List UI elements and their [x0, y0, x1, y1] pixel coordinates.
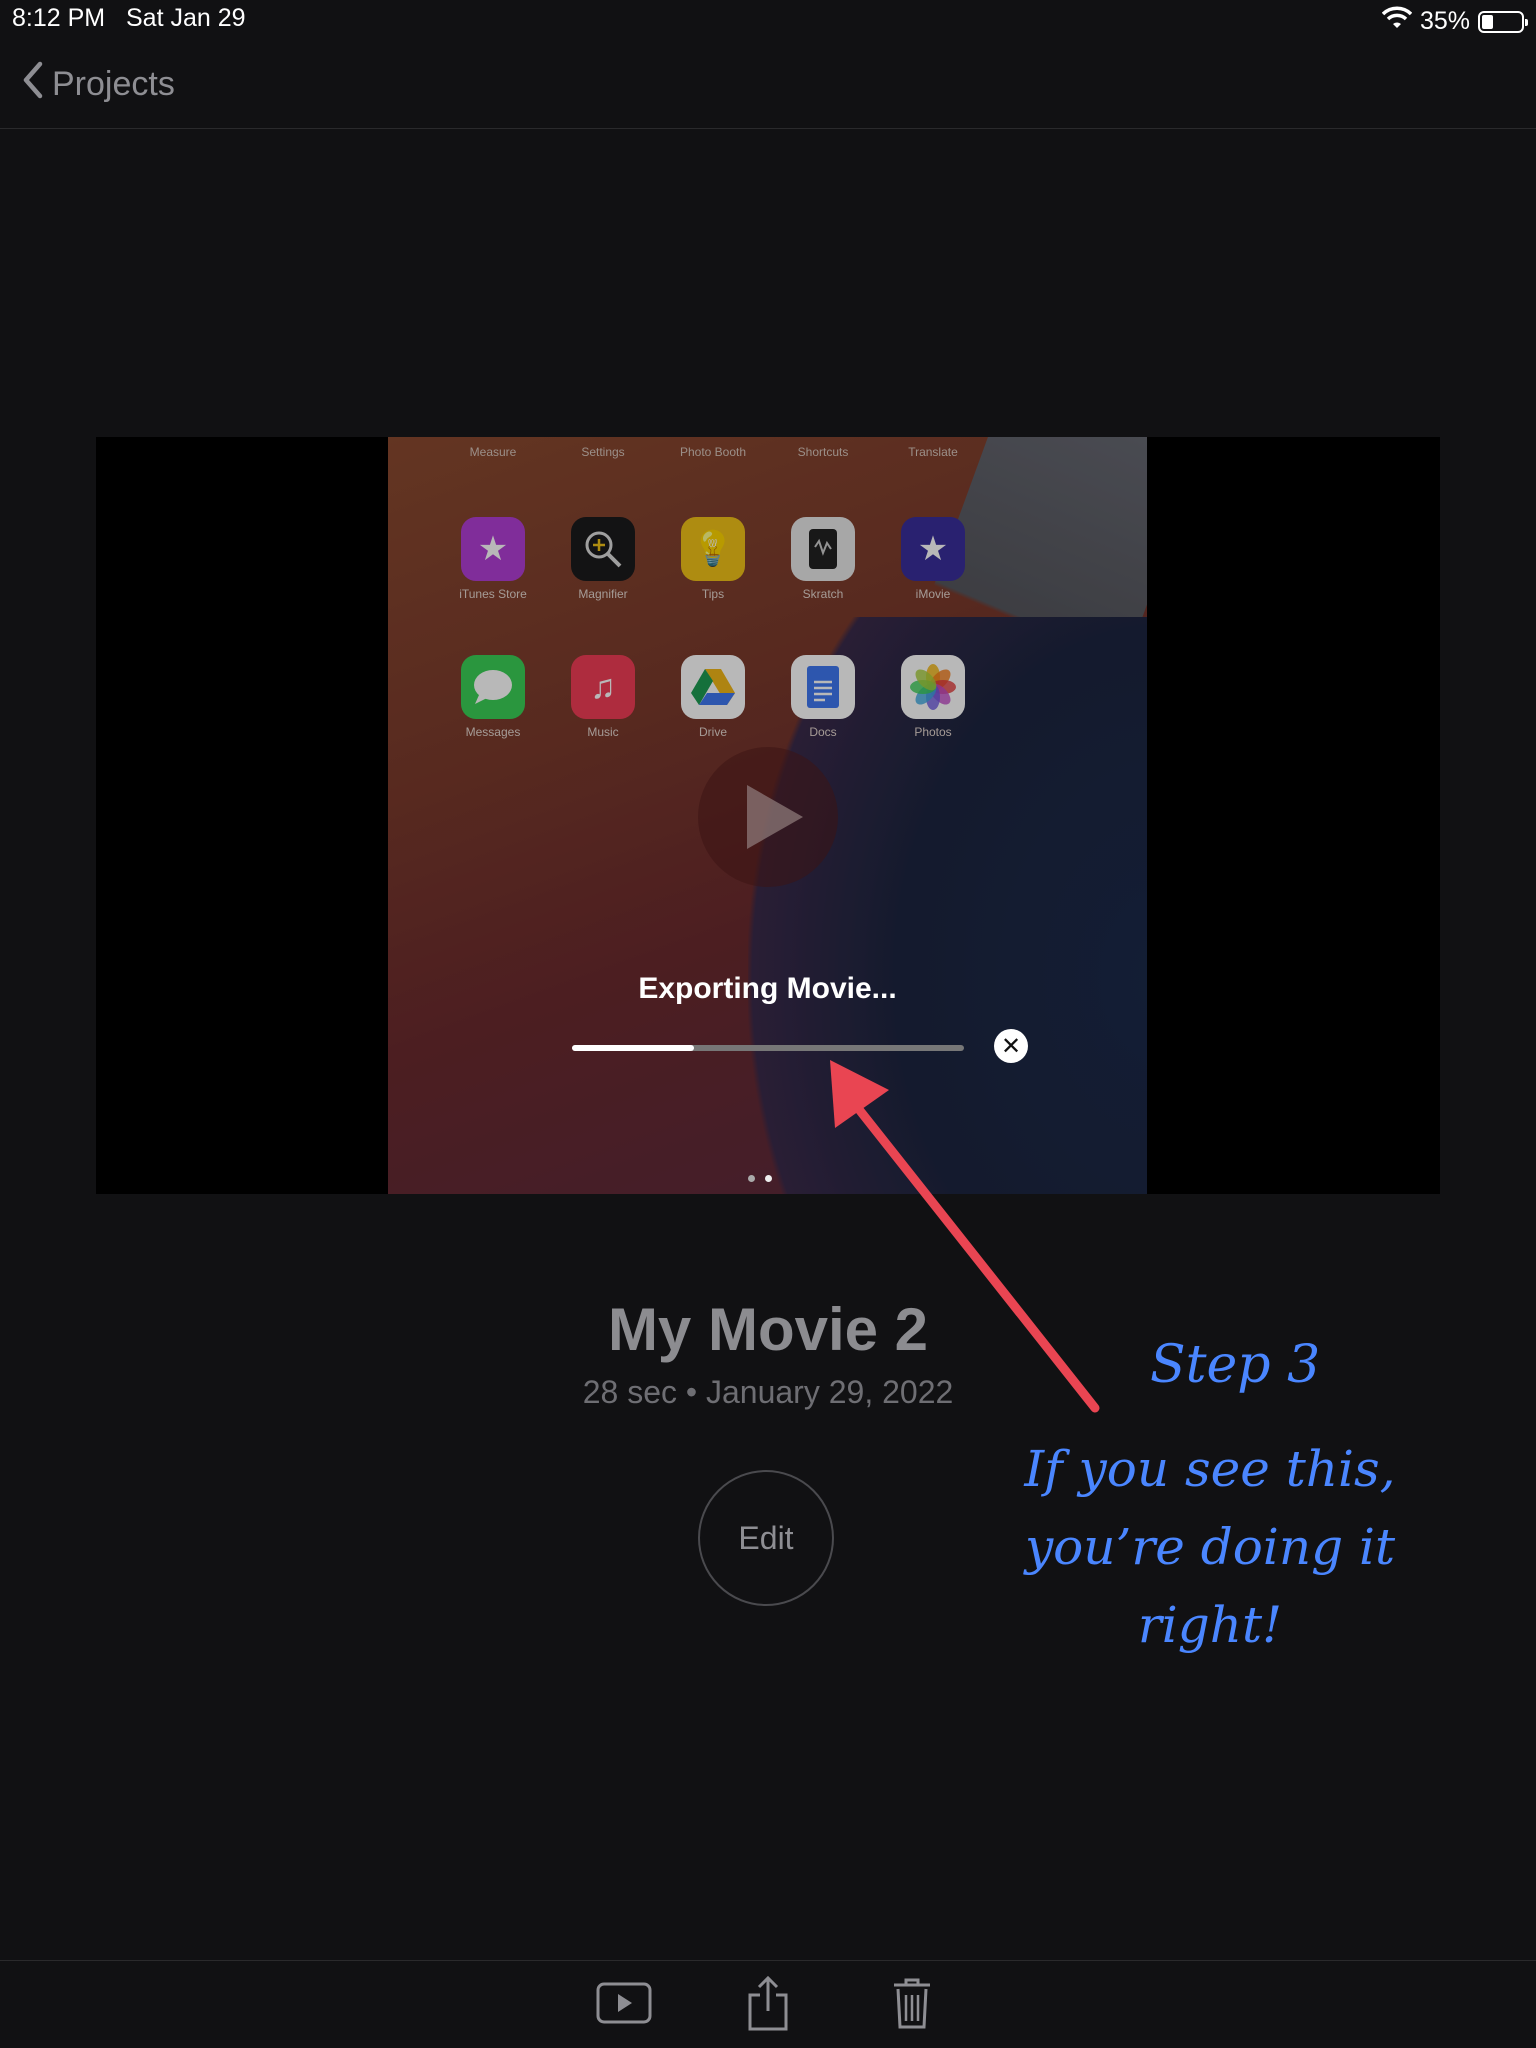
trash-icon	[892, 1977, 932, 2034]
play-icon	[596, 1982, 652, 2029]
share-button[interactable]	[738, 1975, 798, 2035]
annotation-arrow	[830, 1060, 1100, 1413]
toolbar-divider	[0, 1960, 1536, 1961]
annotation-step: Step 3	[1150, 1335, 1321, 1395]
annotation-text: If you see this, you’re doing it right!	[1024, 1440, 1396, 1654]
delete-button[interactable]	[882, 1975, 942, 2035]
play-button[interactable]	[594, 1975, 654, 2035]
share-icon	[746, 1975, 790, 2036]
